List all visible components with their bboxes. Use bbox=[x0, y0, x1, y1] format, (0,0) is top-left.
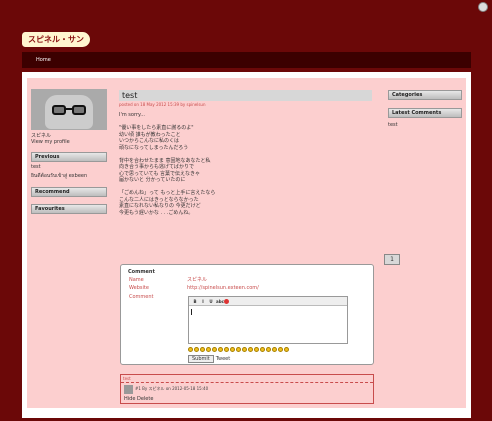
comment-editor[interactable]: B I U abc bbox=[188, 296, 348, 344]
name-row: Name スピネル bbox=[129, 276, 207, 283]
post-body: I'm sorry... "優い事をしたら素直に謝るのよ" 幼い頃 誰もが教わっ… bbox=[119, 112, 216, 216]
avatar bbox=[31, 89, 107, 130]
website-label: Website bbox=[129, 285, 149, 291]
emoticon-icon[interactable] bbox=[254, 347, 259, 352]
emoticon-icon[interactable] bbox=[242, 347, 247, 352]
comment-form-title: Comment bbox=[128, 269, 155, 275]
emoticon-icon[interactable] bbox=[278, 347, 283, 352]
emoticon-icon[interactable] bbox=[218, 347, 223, 352]
post-area: test posted on 18 May 2012 15:39 by spin… bbox=[119, 90, 372, 216]
submit-button[interactable]: Submit bbox=[188, 355, 214, 363]
glasses-right-lens bbox=[72, 105, 86, 115]
strike-button[interactable]: abc bbox=[216, 299, 224, 304]
comment-row: Comment bbox=[129, 294, 187, 300]
italic-button[interactable]: I bbox=[200, 299, 206, 304]
previous-heading: Previous bbox=[31, 152, 107, 162]
tweet-checkbox-label[interactable]: Tweet bbox=[216, 356, 230, 362]
recommend-heading: Recommend bbox=[31, 187, 107, 197]
clear-icon[interactable] bbox=[224, 298, 229, 304]
content-area: スピネル View my profile Previous test ยินดี… bbox=[27, 78, 466, 408]
latest-comment-item[interactable]: test bbox=[388, 122, 462, 128]
emoticon-icon[interactable] bbox=[188, 347, 193, 352]
glasses-bridge bbox=[66, 108, 72, 110]
nav-home-link[interactable]: Home bbox=[22, 57, 51, 63]
latest-comments-heading: Latest Comments bbox=[388, 108, 462, 118]
previous-item-2[interactable]: ยินดีต้อนรับเข้าสู่ exbeen bbox=[31, 172, 107, 180]
emoticon-icon[interactable] bbox=[236, 347, 241, 352]
categories-heading: Categories bbox=[388, 90, 462, 100]
comment-form: Comment Name スピネル Website http://spinelsun… bbox=[120, 264, 374, 365]
comment-actions[interactable]: Hide Delete bbox=[124, 396, 153, 402]
favourites-heading: Favourites bbox=[31, 204, 107, 214]
comment-label: Comment bbox=[129, 294, 154, 300]
comment-meta: #1 By スピネル on 2012-05-18 15:40 bbox=[135, 386, 209, 391]
website-value[interactable]: http://spinelsun.exteen.com/ bbox=[187, 285, 259, 291]
post-meta: posted on 18 May 2012 15:39 by spinelsun bbox=[119, 102, 206, 107]
emoticon-row bbox=[188, 347, 289, 352]
emoticon-icon[interactable] bbox=[212, 347, 217, 352]
emoticon-icon[interactable] bbox=[284, 347, 289, 352]
emoticon-icon[interactable] bbox=[230, 347, 235, 352]
glasses-left-lens bbox=[52, 105, 66, 115]
top-right-button[interactable] bbox=[478, 2, 488, 12]
comment-head: test bbox=[121, 375, 373, 383]
nav-bar: Home bbox=[22, 52, 471, 68]
editor-toolbar: B I U abc bbox=[189, 297, 347, 306]
name-label: Name bbox=[129, 277, 144, 283]
emoticon-icon[interactable] bbox=[272, 347, 277, 352]
text-cursor bbox=[191, 309, 192, 315]
page-number-button[interactable]: 1 bbox=[384, 254, 400, 265]
previous-item-1[interactable]: test bbox=[31, 164, 107, 170]
underline-button[interactable]: U bbox=[208, 299, 214, 304]
profile-name: スピネル bbox=[31, 133, 52, 139]
page-container: スピネル View my profile Previous test ยินดี… bbox=[22, 72, 471, 418]
emoticon-icon[interactable] bbox=[224, 347, 229, 352]
view-profile-link[interactable]: View my profile bbox=[31, 139, 107, 145]
commenter-avatar bbox=[124, 385, 133, 394]
comment-listing: test #1 By スピネル on 2012-05-18 15:40 Hide… bbox=[120, 374, 374, 404]
emoticon-icon[interactable] bbox=[266, 347, 271, 352]
website-row: Website http://spinelsun.exteen.com/ bbox=[129, 285, 259, 291]
emoticon-icon[interactable] bbox=[260, 347, 265, 352]
site-logo[interactable]: スピネル・サン bbox=[22, 32, 90, 47]
emoticon-icon[interactable] bbox=[194, 347, 199, 352]
post-title[interactable]: test bbox=[119, 90, 372, 101]
emoticon-icon[interactable] bbox=[200, 347, 205, 352]
bold-button[interactable]: B bbox=[192, 299, 198, 304]
right-sidebar: Categories Latest Comments test bbox=[388, 90, 462, 128]
emoticon-icon[interactable] bbox=[206, 347, 211, 352]
submit-row: Submit Tweet bbox=[188, 355, 230, 363]
emoticon-icon[interactable] bbox=[248, 347, 253, 352]
left-sidebar: スピネル View my profile Previous test ยินดี… bbox=[31, 89, 107, 214]
name-value: スピネル bbox=[187, 277, 208, 283]
